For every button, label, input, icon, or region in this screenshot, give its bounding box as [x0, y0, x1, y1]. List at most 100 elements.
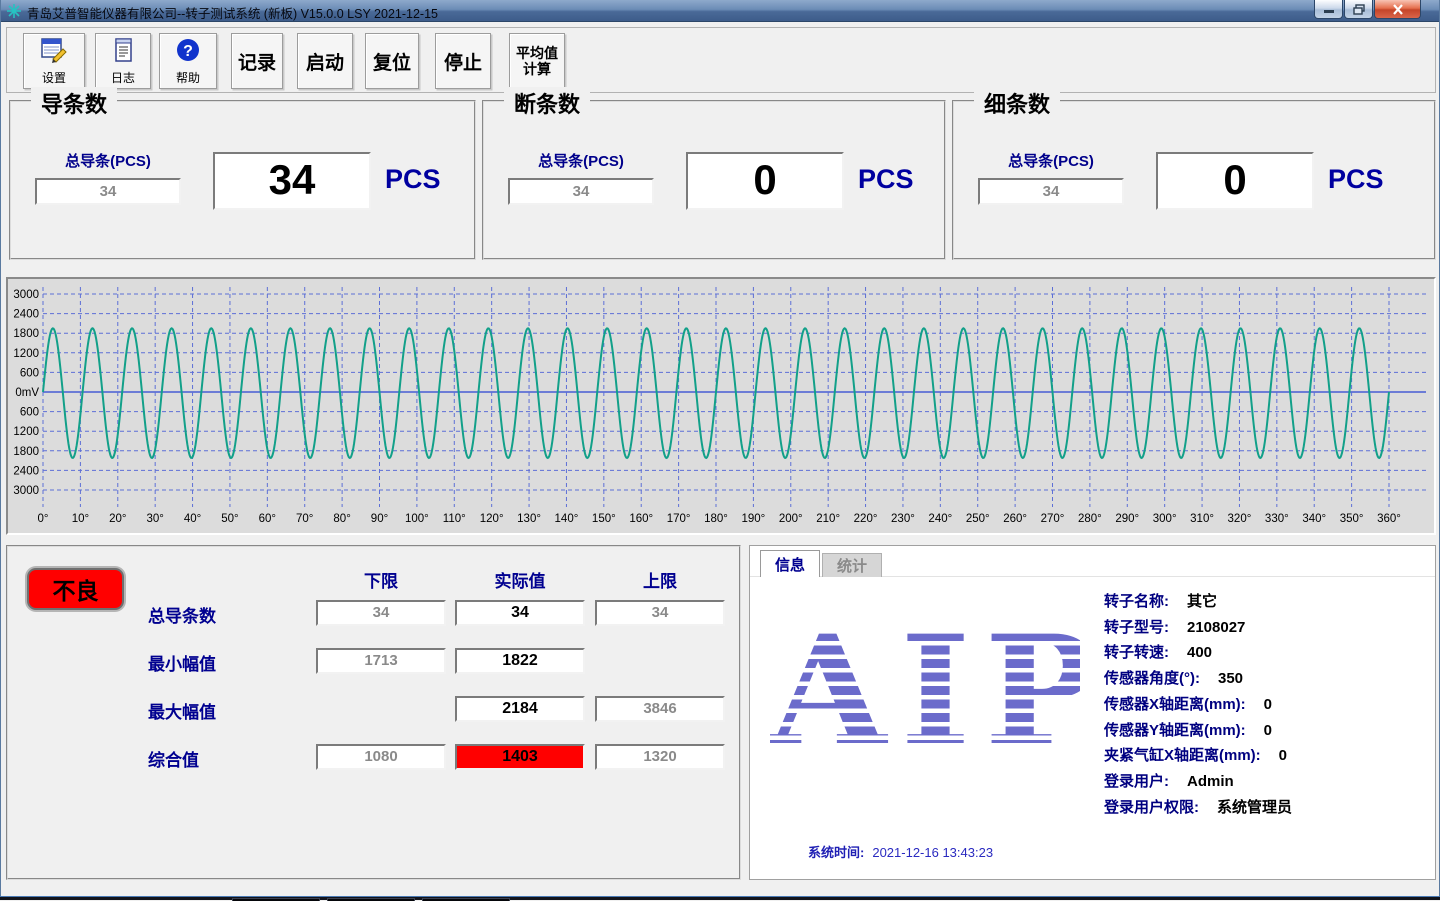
title-bar[interactable]: 青岛艾普智能仪器有限公司--转子测试系统 (新板) V15.0.0 LSY 20…	[1, 0, 1439, 22]
window-title: 青岛艾普智能仪器有限公司--转子测试系统 (新板) V15.0.0 LSY 20…	[27, 3, 438, 22]
counter-display: 0	[1156, 152, 1314, 210]
info-field-label: 登录用户权限:	[1104, 799, 1199, 816]
result-row-label-max-amplitude: 最大幅值	[148, 698, 216, 723]
svg-text:120°: 120°	[480, 513, 504, 525]
svg-text:330°: 330°	[1265, 513, 1289, 525]
counter-title: 断条数	[504, 87, 590, 119]
svg-text:1800: 1800	[13, 328, 39, 340]
info-field-label: 传感器X轴距离(mm):	[1104, 696, 1246, 713]
toolbar-button-label: 平均值 计算	[516, 45, 558, 77]
aip-logo: AIP	[770, 632, 1080, 757]
log-document-icon	[109, 36, 137, 67]
counter-total-input[interactable]: 34	[978, 178, 1124, 205]
toolbar-button-reset[interactable]: 复位	[365, 33, 419, 89]
counter-field-label: 总导条(PCS)	[978, 150, 1124, 171]
toolbar-button-help[interactable]: ?帮助	[159, 33, 217, 89]
svg-text:160°: 160°	[629, 513, 653, 525]
svg-text:0°: 0°	[38, 513, 49, 525]
info-panel: 信息统计 AIP 转子名称:其它转子型号:2108027转子转速:400传感器角…	[749, 545, 1436, 880]
info-field-login-user: 登录用户:Admin	[1104, 770, 1234, 795]
max-amplitude-upper-limit[interactable]: 3846	[595, 696, 725, 722]
close-button[interactable]	[1374, 0, 1421, 19]
toolbar-button-label: 记录	[238, 48, 276, 75]
counter-title: 导条数	[31, 87, 117, 119]
info-field-login-role: 登录用户权限:系统管理员	[1104, 796, 1292, 821]
tab-info[interactable]: 信息	[760, 550, 820, 577]
info-field-value: 0	[1279, 747, 1287, 764]
counter-title: 细条数	[974, 87, 1060, 119]
toolbar-button-log[interactable]: 日志	[95, 33, 151, 89]
system-time-value: 2021-12-16 13:43:23	[872, 845, 993, 860]
info-field-label: 传感器Y轴距离(mm):	[1104, 722, 1246, 739]
svg-text:100°: 100°	[405, 513, 429, 525]
svg-text:360°: 360°	[1377, 513, 1401, 525]
info-field-value: 350	[1218, 670, 1243, 687]
svg-text:1200: 1200	[13, 348, 39, 360]
system-time-label: 系统时间:	[808, 845, 864, 860]
info-field-rotor-speed: 转子转速:400	[1104, 641, 1212, 666]
counter-unit-label: PCS	[858, 164, 914, 195]
toolbar-button-stop[interactable]: 停止	[435, 33, 491, 89]
svg-text:3000: 3000	[13, 289, 39, 301]
restore-icon	[1353, 4, 1365, 15]
svg-text:3000: 3000	[13, 485, 39, 497]
info-field-label: 登录用户:	[1104, 773, 1169, 790]
svg-text:310°: 310°	[1190, 513, 1214, 525]
tab-stats[interactable]: 统计	[822, 553, 882, 577]
result-col-header: 上限	[643, 567, 677, 592]
toolbar-button-record[interactable]: 记录	[231, 33, 283, 89]
results-panel: 不良 下限实际值上限总导条数343434最小幅值17131822最大幅值2184…	[6, 545, 741, 880]
svg-text:240°: 240°	[928, 513, 952, 525]
toolbar-button-start[interactable]: 启动	[297, 33, 353, 89]
result-row-label-total-bars: 总导条数	[148, 602, 216, 627]
svg-text:1200: 1200	[13, 426, 39, 438]
svg-text:600: 600	[20, 367, 39, 379]
toolbar-button-label: 复位	[373, 48, 411, 75]
toolbar-button-label: 帮助	[176, 69, 200, 86]
svg-text:170°: 170°	[667, 513, 691, 525]
svg-text:70°: 70°	[296, 513, 313, 525]
svg-text:290°: 290°	[1115, 513, 1139, 525]
minimize-icon	[1323, 5, 1335, 14]
toolbar: 设置 日志 ?帮助记录 启动 复位停止平均值 计算	[6, 27, 1436, 93]
counter-unit-label: PCS	[385, 164, 441, 195]
info-field-clamp-x: 夹紧气缸X轴距离(mm):0	[1104, 744, 1287, 769]
info-field-value: 0	[1264, 696, 1272, 713]
counter-total-input[interactable]: 34	[35, 178, 181, 205]
svg-text:280°: 280°	[1078, 513, 1102, 525]
svg-text:220°: 220°	[854, 513, 878, 525]
svg-text:10°: 10°	[72, 513, 89, 525]
svg-text:140°: 140°	[555, 513, 579, 525]
toolbar-button-average[interactable]: 平均值 计算	[509, 33, 565, 89]
total-bars-lower-limit[interactable]: 34	[316, 600, 446, 626]
svg-text:190°: 190°	[741, 513, 765, 525]
info-field-value: 400	[1187, 644, 1212, 661]
toolbar-button-label: 日志	[111, 69, 135, 86]
counter-guide-bars: 导条数总导条(PCS)3434PCS	[9, 100, 476, 260]
taskbar[interactable]	[0, 896, 1440, 900]
composite-lower-limit[interactable]: 1080	[316, 744, 446, 770]
total-bars-upper-limit[interactable]: 34	[595, 600, 725, 626]
counter-display: 34	[213, 152, 371, 210]
info-field-rotor-model: 转子型号:2108027	[1104, 616, 1245, 641]
composite-upper-limit[interactable]: 1320	[595, 744, 725, 770]
toolbar-button-settings[interactable]: 设置	[23, 33, 85, 89]
max-amplitude-actual-value: 2184	[455, 696, 585, 722]
result-col-header: 实际值	[495, 567, 546, 592]
svg-text:350°: 350°	[1340, 513, 1364, 525]
counter-total-input[interactable]: 34	[508, 178, 654, 205]
toolbar-button-label: 启动	[306, 48, 344, 75]
close-icon	[1392, 4, 1404, 15]
svg-text:2400: 2400	[13, 309, 39, 321]
info-field-label: 转子名称:	[1104, 593, 1169, 610]
toolbar-button-label: 设置	[42, 69, 66, 86]
minimize-button[interactable]	[1314, 0, 1343, 19]
svg-text:180°: 180°	[704, 513, 728, 525]
svg-text:210°: 210°	[816, 513, 840, 525]
info-field-label: 传感器角度(°):	[1104, 670, 1200, 687]
restore-button[interactable]	[1344, 0, 1373, 19]
svg-text:150°: 150°	[592, 513, 616, 525]
min-amplitude-lower-limit[interactable]: 1713	[316, 648, 446, 674]
counter-field-label: 总导条(PCS)	[35, 150, 181, 171]
status-badge[interactable]: 不良	[27, 568, 124, 610]
